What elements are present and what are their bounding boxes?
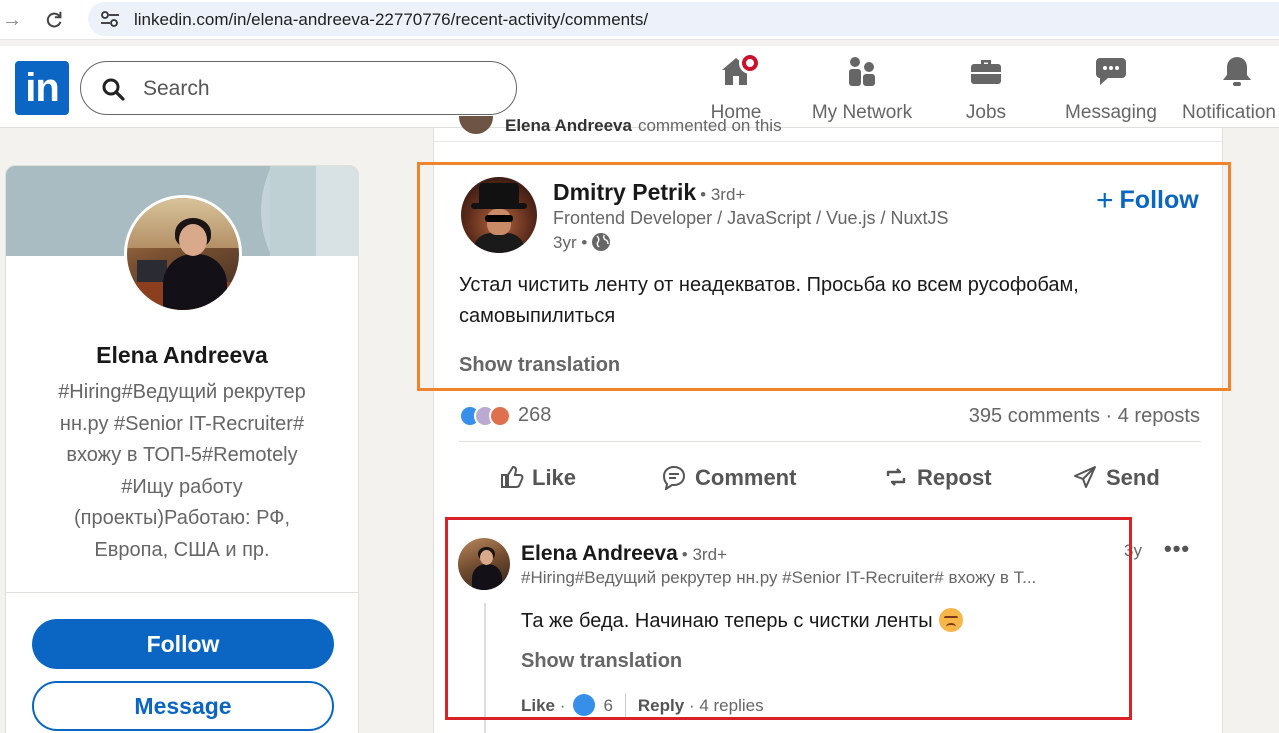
browser-toolbar: → linkedin.com/in/elena-andreeva-2277077…	[0, 0, 1279, 40]
divider	[459, 441, 1201, 442]
network-icon	[845, 54, 879, 88]
back-arrow-icon[interactable]: →	[0, 8, 24, 32]
url-text[interactable]: linkedin.com/in/elena-andreeva-22770776/…	[134, 10, 648, 30]
nav-home[interactable]: Home	[700, 52, 772, 124]
nav-notifications-label: Notification	[1182, 102, 1276, 123]
comment-icon	[662, 465, 686, 492]
comment-label: Comment	[695, 465, 797, 490]
highlight-box-red	[445, 517, 1132, 720]
search-box[interactable]	[80, 61, 517, 115]
nav-my-network-label: My Network	[811, 102, 913, 123]
reaction-count[interactable]: 268	[518, 404, 551, 427]
home-icon	[719, 52, 761, 88]
avatar	[459, 116, 493, 134]
comment-button[interactable]: Comment	[661, 464, 796, 498]
search-input[interactable]	[143, 74, 483, 104]
follow-button[interactable]: Follow	[32, 619, 334, 669]
reload-icon[interactable]	[42, 8, 66, 32]
address-bar[interactable]: linkedin.com/in/elena-andreeva-22770776/…	[88, 2, 1279, 36]
send-label: Send	[1106, 465, 1160, 490]
more-options-icon[interactable]: •••	[1164, 536, 1190, 562]
like-button[interactable]: Like	[498, 464, 576, 498]
send-icon	[1074, 466, 1096, 488]
previous-activity-text: commented on this	[637, 116, 782, 135]
nav-jobs[interactable]: Jobs	[952, 54, 1020, 124]
nav-notifications[interactable]: Notification	[1182, 54, 1279, 124]
send-button[interactable]: Send	[1072, 464, 1160, 498]
like-icon	[501, 465, 524, 488]
love-reaction-icon	[489, 404, 511, 427]
profile-headline: #Hiring#Ведущий рекрутер нн.ру #Senior I…	[58, 381, 306, 561]
search-icon	[102, 78, 125, 101]
linkedin-logo[interactable]: in	[15, 61, 69, 115]
nav-messaging[interactable]: Messaging	[1062, 54, 1160, 124]
previous-activity-name[interactable]: Elena Andreeva	[505, 116, 632, 135]
reactions-summary[interactable]: 268	[459, 404, 551, 430]
profile-name[interactable]: Elena Andreeva	[6, 342, 358, 369]
message-button[interactable]: Message	[32, 681, 334, 731]
divider	[434, 141, 1224, 142]
highlight-box-orange	[417, 162, 1231, 391]
repost-icon	[886, 468, 906, 486]
nav-messaging-label: Messaging	[1065, 102, 1157, 123]
avatar[interactable]	[124, 195, 242, 313]
previous-activity-line: Elena Andreeva commented on this	[459, 116, 782, 140]
like-label: Like	[532, 465, 577, 490]
nav-my-network[interactable]: My Network	[808, 54, 916, 124]
repost-label: Repost	[917, 465, 992, 490]
divider	[6, 592, 358, 593]
briefcase-icon	[969, 54, 1003, 88]
profile-card: Elena Andreeva #Hiring#Ведущий рекрутер …	[5, 165, 359, 733]
notification-dot	[739, 52, 761, 74]
site-settings-icon[interactable]	[100, 10, 120, 28]
repost-button[interactable]: Repost	[883, 464, 992, 498]
nav-jobs-label: Jobs	[965, 102, 1007, 123]
bell-icon	[1220, 54, 1254, 88]
messaging-icon	[1094, 54, 1128, 88]
comments-reposts-stats[interactable]: 395 comments · 4 reposts	[969, 405, 1200, 428]
